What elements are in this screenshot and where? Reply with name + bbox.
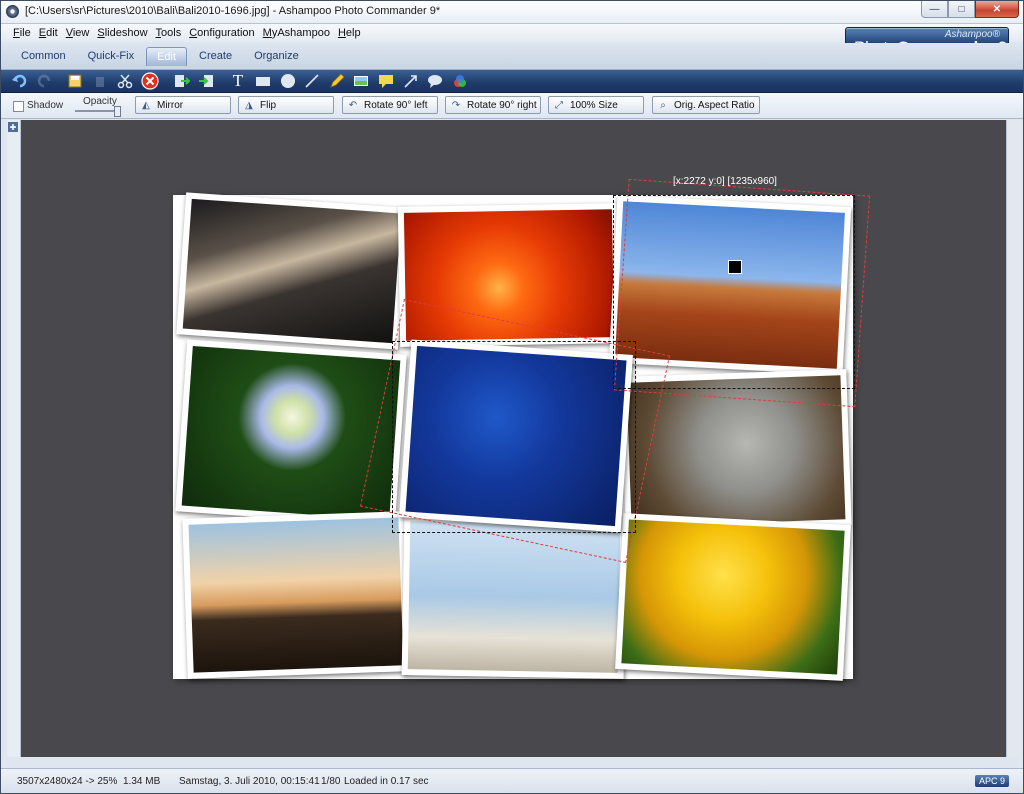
close-button[interactable]: ✕ [975, 1, 1019, 18]
app-icon[interactable] [6, 5, 19, 18]
image-canvas[interactable]: [x:2272 y:0] [1235x960] [21, 120, 1006, 757]
status-dimensions: 3507x2480x24 -> 25% [17, 776, 118, 787]
color-icon[interactable] [451, 72, 469, 90]
text-icon[interactable]: T [229, 71, 247, 90]
photo-airport-hall[interactable] [176, 192, 408, 350]
rotate-right-button[interactable]: ↷ Rotate 90° right [445, 96, 541, 114]
full-size-icon: ⤢ [555, 99, 563, 111]
status-filesize: 1.34 MB [123, 776, 161, 787]
note-icon[interactable] [377, 72, 395, 90]
vertical-scrollbar[interactable] [1006, 120, 1021, 757]
opacity-label: Opacity [83, 96, 117, 107]
options-bar: Shadow Opacity ◭ Mirror ◮ Flip ↶ Rotate 90° l… [1, 93, 1023, 119]
shadow-checkbox[interactable] [13, 101, 24, 112]
aspect-ratio-icon: ⌕ [660, 99, 666, 111]
mirror-button[interactable]: ◭ Mirror [135, 96, 231, 114]
menu-item-tools[interactable]: Tools [156, 27, 182, 39]
maximize-button[interactable]: □ [948, 1, 975, 18]
minimize-button[interactable]: — [921, 1, 948, 18]
export-icon[interactable] [197, 72, 215, 90]
line-icon[interactable] [303, 72, 321, 90]
flip-button-label: Flip [260, 99, 277, 111]
menu-item-slideshow[interactable]: Slideshow [97, 27, 147, 39]
app-window: [C:\Users\sr\Pictures\2010\Bali\Bali2010… [0, 0, 1024, 794]
aspect-ratio-button[interactable]: ⌕ Orig. Aspect Ratio [652, 96, 760, 114]
save-icon[interactable] [66, 72, 84, 90]
rotate-right-icon: ↷ [451, 99, 461, 111]
menu-item-file[interactable]: File [13, 27, 31, 39]
aspect-ratio-button-label: Orig. Aspect Ratio [674, 99, 755, 111]
rotate-right-button-label: Rotate 90° right [467, 99, 537, 111]
left-ruler: ✚ [7, 120, 21, 757]
status-position: 1/80 [321, 776, 341, 787]
selection-box-desert[interactable] [613, 195, 855, 389]
menu-item-edit[interactable]: Edit [39, 27, 58, 39]
shadow-label: Shadow [27, 100, 64, 111]
tab-create[interactable]: Create [189, 47, 242, 66]
speech-bubble-icon[interactable] [426, 72, 444, 90]
ribbon-tabs: Common Quick-Fix Edit Create Organize [1, 43, 1023, 70]
menu-item-view[interactable]: View [66, 27, 90, 39]
cut-icon[interactable] [116, 72, 134, 90]
rotation-handle[interactable] [728, 260, 742, 274]
mirror-button-label: Mirror [157, 99, 184, 111]
flip-icon: ◮ [245, 99, 253, 111]
mirror-icon: ◭ [142, 99, 150, 111]
title-bar[interactable]: [C:\Users\sr\Pictures\2010\Bali\Bali2010… [1, 1, 1023, 24]
collage-image[interactable] [173, 178, 871, 681]
selection-coordinates: [x:2272 y:0] [1235x960] [673, 176, 777, 187]
menu-item-myashampoo[interactable]: MyAshampoo [263, 27, 330, 39]
tab-row: Common Quick-Fix Edit Create Organize [11, 47, 311, 66]
redo-icon[interactable] [35, 72, 53, 90]
menu-item-configuration[interactable]: Configuration [189, 27, 254, 39]
status-load: Loaded in 0.17 sec [344, 776, 429, 787]
cancel-icon[interactable] [141, 72, 159, 90]
flip-button[interactable]: ◮ Flip [238, 96, 334, 114]
photo-tulips[interactable] [615, 513, 851, 681]
pencil-icon[interactable] [328, 72, 346, 90]
arrow-icon[interactable] [402, 72, 420, 90]
window-controls: — □ ✕ [921, 1, 1019, 19]
tab-edit[interactable]: Edit [146, 47, 188, 66]
status-date: Samstag, 3. Juli 2010, 00:15:41 [179, 776, 320, 787]
undo-icon[interactable] [11, 72, 29, 90]
status-badge: APC 9 [974, 775, 1009, 787]
tab-organize[interactable]: Organize [244, 47, 309, 66]
ellipse-icon[interactable] [279, 72, 297, 90]
ruler-toggle-icon[interactable]: ✚ [8, 122, 18, 132]
rotate-left-button-label: Rotate 90° left [364, 99, 428, 111]
rotate-left-button[interactable]: ↶ Rotate 90° left [342, 96, 438, 114]
tab-quick-fix[interactable]: Quick-Fix [78, 47, 144, 66]
import-icon[interactable] [173, 72, 191, 90]
menu-item-help[interactable]: Help [338, 27, 361, 39]
opacity-slider-track[interactable] [75, 110, 119, 112]
rectangle-icon[interactable] [254, 72, 272, 90]
status-bar: 3507x2480x24 -> 25% 1.34 MB Samstag, 3. … [1, 768, 1023, 793]
full-size-button[interactable]: ⤢ 100% Size [548, 96, 644, 114]
menu: File Edit View Slideshow Tools Configuration M… [13, 27, 369, 39]
photo-lighthouse[interactable] [182, 511, 410, 679]
window-title: [C:\Users\sr\Pictures\2010\Bali\Bali2010… [25, 5, 441, 17]
edit-toolbar: T [1, 70, 1023, 93]
delete-icon[interactable] [91, 72, 109, 90]
image-icon[interactable] [352, 72, 370, 90]
opacity-slider-thumb[interactable] [114, 106, 121, 117]
rotate-left-icon: ↶ [348, 99, 358, 111]
selection-box-center[interactable] [392, 341, 636, 533]
tab-common[interactable]: Common [11, 47, 76, 66]
full-size-button-label: 100% Size [570, 99, 618, 111]
